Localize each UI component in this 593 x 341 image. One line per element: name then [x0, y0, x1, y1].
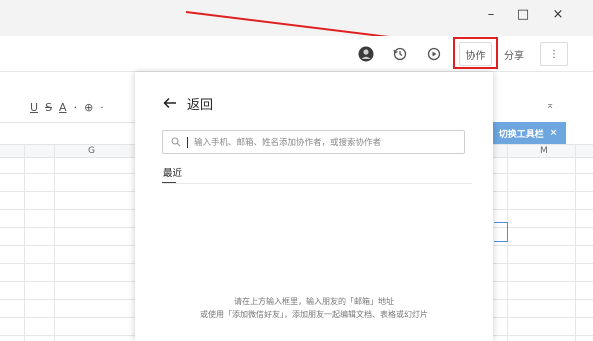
collapse-toolbar-icon[interactable]: ⌅ — [546, 100, 554, 111]
search-icon — [171, 137, 181, 147]
font-color-button[interactable]: A — [59, 101, 67, 114]
recent-tab[interactable]: 最近 — [163, 165, 182, 179]
tip-label: 切换工具栏 — [498, 129, 544, 140]
font-color-dropdown[interactable]: · — [74, 101, 78, 114]
back-label: 返回 — [187, 97, 214, 113]
text-cursor — [187, 136, 188, 148]
annotation-highlight-box — [453, 37, 498, 69]
column-header-m[interactable]: M — [540, 146, 548, 156]
empty-hint-line-1: 请在上方输入框里，输入朋友的「邮箱」地址 — [234, 297, 394, 306]
fill-color-button[interactable]: ⊕ — [84, 101, 93, 114]
back-button[interactable]: 返回 — [163, 92, 213, 114]
fill-color-dropdown[interactable]: · — [100, 101, 104, 114]
tip-close-icon[interactable]: × — [550, 128, 558, 138]
underline-button[interactable]: U — [30, 101, 38, 114]
collaborator-search-input[interactable]: 输入手机、邮箱、姓名添加协作者，或搜索协作者 — [162, 130, 465, 154]
strikethrough-button[interactable]: S — [45, 101, 52, 114]
present-icon[interactable] — [423, 43, 445, 65]
toolbar-divider — [0, 122, 136, 123]
search-placeholder: 输入手机、邮箱、姓名添加协作者，或搜索协作者 — [194, 138, 382, 148]
share-button[interactable]: 分享 — [498, 42, 530, 66]
column-header-g[interactable]: G — [88, 146, 95, 156]
format-toolbar: U S A · ⊕ · — [0, 90, 136, 124]
selected-cell[interactable] — [494, 222, 508, 242]
back-arrow-icon — [163, 97, 176, 109]
tab-divider — [162, 183, 472, 184]
avatar[interactable] — [355, 43, 377, 65]
switch-toolbar-tip[interactable]: 切换工具栏 × — [490, 122, 566, 144]
top-toolbar: 协作 分享 ⋮ — [0, 36, 593, 72]
empty-hint-line-2: 或使用「添加微信好友」，添加朋友一起编辑文档、表格或幻灯片 — [200, 310, 428, 319]
history-icon[interactable] — [389, 43, 411, 65]
more-menu-button[interactable]: ⋮ — [540, 42, 568, 66]
